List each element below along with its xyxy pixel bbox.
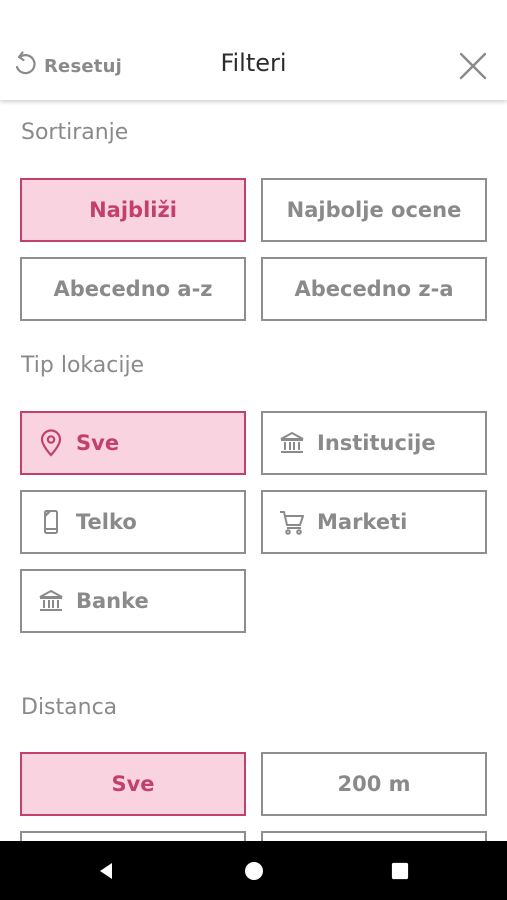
distance-option-partial-right[interactable] [261,831,487,841]
android-nav-bar [0,841,507,900]
location-type-banke[interactable]: Banke [20,569,246,633]
phone-icon [36,507,66,537]
page-title: Filteri [220,49,287,77]
sort-option-najbolje-ocene[interactable]: Najbolje ocene [261,178,487,242]
chip-label: Telko [76,510,137,534]
section-title-distance: Distanca [21,695,118,720]
nav-home-button[interactable] [228,841,280,900]
chip-label: Najbolje ocene [286,198,462,222]
chip-label: Banke [76,589,149,613]
chip-label: Abecedno a-z [53,277,213,301]
location-type-institucije[interactable]: Institucije [261,411,487,475]
chip-label: Sve [76,431,120,455]
filter-header: Resetuj Filteri [0,0,507,100]
recents-square-icon [391,862,409,879]
chip-label: Institucije [317,431,436,455]
back-triangle-icon [100,862,112,879]
location-type-sve[interactable]: Sve [20,411,246,475]
distance-option-sve[interactable]: Sve [20,752,246,816]
sort-option-najblizi[interactable]: Najbliži [20,178,246,242]
bank-icon [36,586,66,616]
nav-back-button[interactable] [80,841,132,900]
chip-label: 200 m [337,772,411,796]
location-type-marketi[interactable]: Marketi [261,490,487,554]
nav-recents-button[interactable] [374,841,426,900]
institution-icon [277,428,307,458]
chip-label: Najbliži [89,198,177,222]
distance-option-200m[interactable]: 200 m [261,752,487,816]
chip-label: Marketi [317,510,408,534]
cart-icon [277,507,307,537]
location-pin-icon [36,428,66,458]
sort-option-abecedno-z-a[interactable]: Abecedno z-a [261,257,487,321]
chip-label: Sve [111,772,155,796]
section-title-location-type: Tip lokacije [21,353,145,378]
home-circle-icon [245,861,263,880]
section-title-sorting: Sortiranje [21,120,129,145]
close-button[interactable] [458,51,488,81]
location-type-telko[interactable]: Telko [20,490,246,554]
chip-label: Abecedno z-a [294,277,454,301]
close-icon [459,52,487,80]
filter-content[interactable]: Sortiranje Najbliži Najbolje ocene Abece… [0,100,507,841]
distance-option-partial-left[interactable] [20,831,246,841]
sort-option-abecedno-a-z[interactable]: Abecedno a-z [20,257,246,321]
